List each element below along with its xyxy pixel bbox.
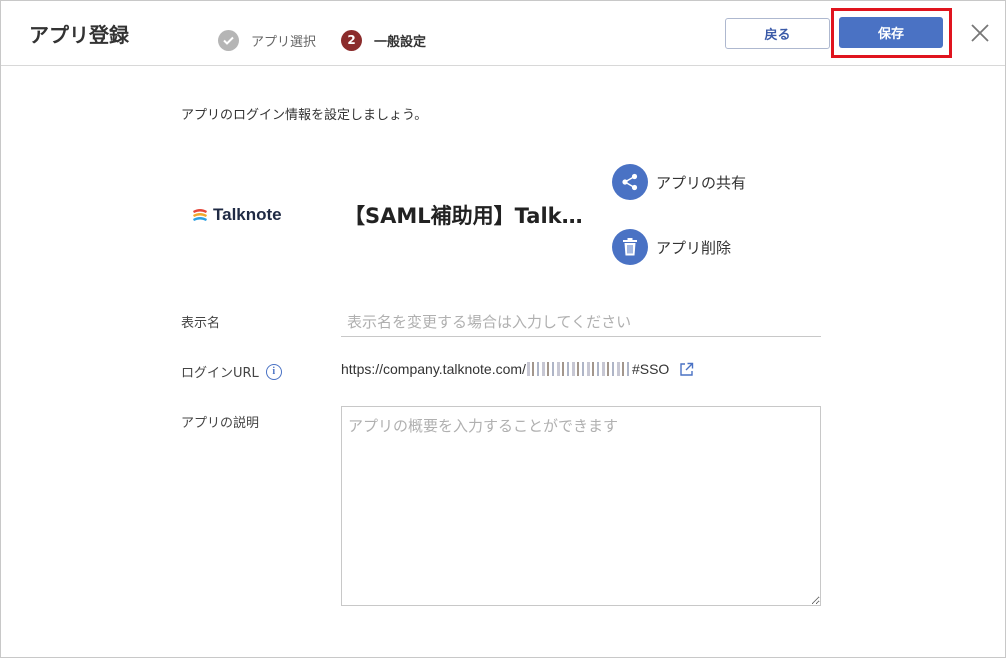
- close-icon[interactable]: [967, 20, 993, 46]
- share-app-button[interactable]: アプリの共有: [612, 164, 746, 200]
- app-name: 【SAML補助用】Talknote: [344, 204, 589, 228]
- description-label-text: アプリの説明: [181, 416, 260, 431]
- delete-label: アプリ削除: [656, 238, 732, 257]
- dialog-header: アプリ登録 アプリ選択 2 一般設定 戻る 保存: [1, 1, 1005, 66]
- info-icon[interactable]: i: [265, 363, 282, 380]
- share-icon: [612, 164, 648, 200]
- login-url-suffix: #SSO: [631, 361, 670, 377]
- intro-text: アプリのログイン情報を設定しましょう。: [181, 108, 428, 123]
- step-label: 一般設定: [374, 34, 427, 50]
- check-icon: [218, 29, 239, 51]
- share-label: アプリの共有: [656, 173, 747, 192]
- back-button[interactable]: 戻る: [725, 18, 830, 49]
- delete-app-button[interactable]: アプリ削除: [612, 229, 731, 265]
- display-name-input[interactable]: [341, 303, 821, 337]
- display-name-label: 表示名: [181, 312, 220, 331]
- display-name-label-text: 表示名: [181, 316, 221, 331]
- description-textarea[interactable]: [341, 406, 821, 606]
- talknote-logo: Talknote: [191, 204, 282, 226]
- login-url-value: https://company.talknote.com/ #SSO: [341, 361, 694, 377]
- app-register-dialog: アプリ登録 アプリ選択 2 一般設定 戻る 保存 アプリのログイン情報を設定しま…: [0, 0, 1006, 658]
- redacted-mosaic: [526, 362, 631, 376]
- logo-text: Talknote: [213, 205, 282, 224]
- external-link-icon[interactable]: [679, 362, 694, 377]
- talknote-logo-icon: [193, 209, 207, 221]
- login-url-prefix: https://company.talknote.com/: [341, 361, 526, 377]
- login-url-label-text: ログインURL: [181, 366, 259, 381]
- page-title: アプリ登録: [29, 23, 129, 47]
- trash-icon: [612, 229, 648, 265]
- step-number: 2: [341, 29, 362, 51]
- step-general-settings: 2 一般設定: [341, 29, 426, 51]
- save-button[interactable]: 保存: [839, 17, 943, 48]
- step-label: アプリ選択: [251, 34, 317, 50]
- login-url-label: ログインURL i: [181, 362, 282, 381]
- step-app-select: アプリ選択: [218, 29, 316, 51]
- description-label: アプリの説明: [181, 412, 259, 431]
